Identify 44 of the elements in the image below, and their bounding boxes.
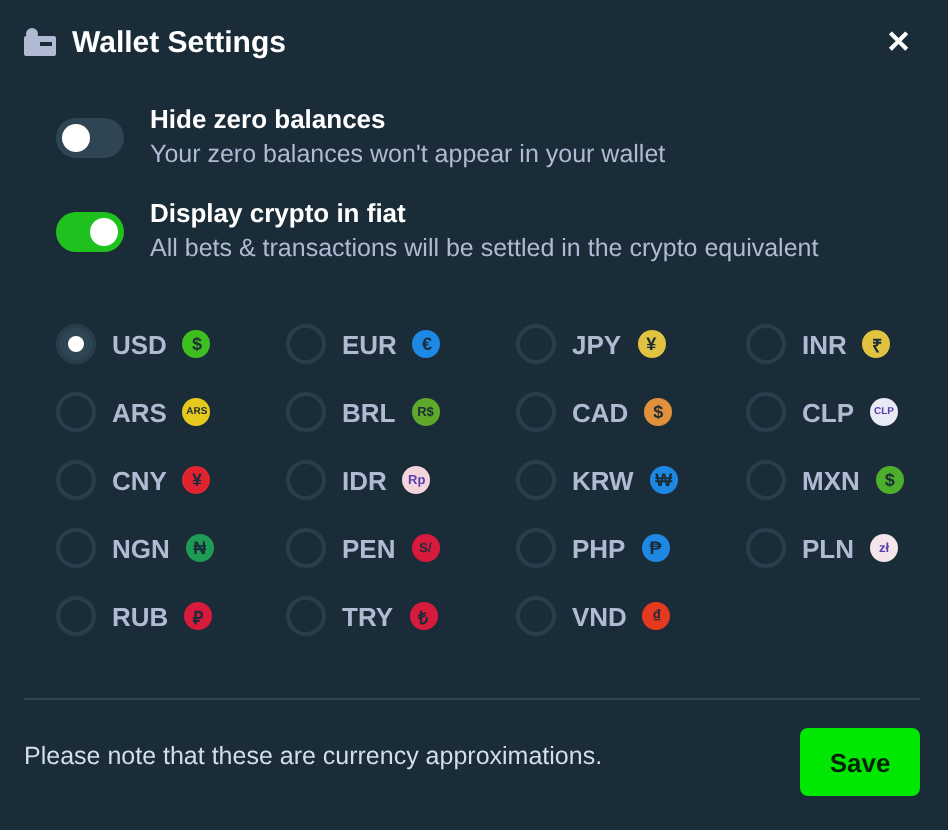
radio-button[interactable] bbox=[56, 324, 96, 364]
currency-badge: € bbox=[412, 330, 441, 358]
currency-code: CNY bbox=[112, 465, 167, 495]
toggle-switch[interactable] bbox=[56, 212, 124, 252]
currency-code: PLN bbox=[802, 533, 854, 563]
currency-badge: ₱ bbox=[641, 534, 670, 562]
currency-badge: ₫ bbox=[642, 602, 671, 630]
close-button[interactable]: ✕ bbox=[878, 24, 920, 60]
toggle-description: All bets & transactions will be settled in the crypto equivalent bbox=[150, 234, 819, 262]
currency-code: CAD bbox=[572, 397, 629, 427]
currency-code: NGN bbox=[112, 533, 170, 563]
currency-code: PHP bbox=[572, 533, 626, 563]
wallet-icon bbox=[24, 28, 56, 56]
currency-code: USD bbox=[112, 329, 167, 359]
toggle-label: Display crypto in fiat bbox=[150, 198, 408, 228]
currency-code: ARS bbox=[112, 397, 167, 427]
currency-badge: ₹ bbox=[862, 330, 891, 358]
currency-code: EUR bbox=[342, 329, 397, 359]
toggle-description: Your zero balances won't appear in your wallet bbox=[150, 140, 666, 168]
currency-badge: $ bbox=[182, 330, 211, 358]
toggle-label: Hide zero balances bbox=[150, 104, 388, 134]
currency-code: RUB bbox=[112, 601, 169, 631]
currency-code: JPY bbox=[572, 329, 622, 359]
currency-badge: ₩ bbox=[649, 466, 678, 494]
currency-badge: $ bbox=[875, 466, 904, 494]
toggle-switch[interactable] bbox=[56, 118, 124, 158]
currency-code: KRW bbox=[572, 465, 634, 495]
window-title: Wallet Settings bbox=[72, 25, 286, 59]
currency-badge: $ bbox=[644, 398, 673, 426]
currency-badge: ₦ bbox=[185, 534, 214, 562]
currency-code: VND bbox=[572, 601, 627, 631]
currency-code: IDR bbox=[342, 465, 387, 495]
currency-code: INR bbox=[802, 329, 847, 359]
currency-code: BRL bbox=[342, 397, 396, 427]
currency-code: MXN bbox=[802, 465, 860, 495]
currency-badge: ¥ bbox=[182, 466, 211, 494]
footer-note: Please note that these are currency approximations. bbox=[24, 742, 603, 770]
currency-code: PEN bbox=[342, 533, 396, 563]
currency-badge: ¥ bbox=[637, 330, 666, 358]
save-button[interactable]: Save bbox=[800, 728, 920, 796]
currency-badge: ₺ bbox=[409, 602, 438, 630]
currency-code: TRY bbox=[342, 601, 394, 631]
currency-code: CLP bbox=[802, 397, 854, 427]
currency-badge: ₽ bbox=[184, 602, 213, 630]
